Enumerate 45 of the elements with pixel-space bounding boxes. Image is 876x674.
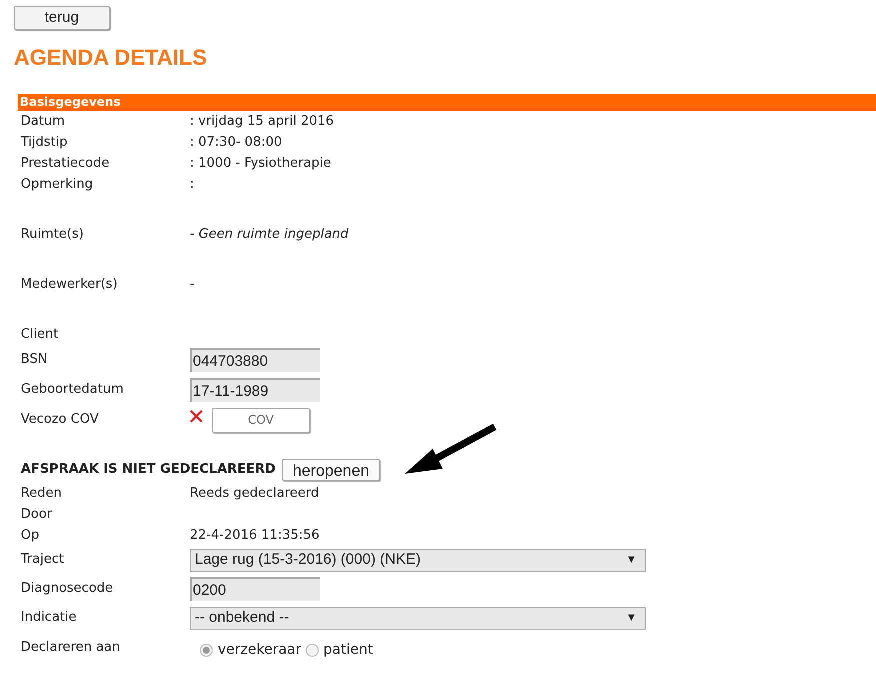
radio-option[interactable]: patient (306, 640, 374, 660)
field-label: BSN (21, 351, 49, 370)
reopen-button[interactable]: heropenen (282, 459, 380, 481)
section-header: Basisgegevens (18, 94, 876, 111)
field-label: Ruimte(s) (21, 226, 85, 244)
dropdown[interactable]: Lage rug (15-3-2016) (000) (NKE) ▼ (190, 548, 646, 572)
field-label: Opmerking (21, 176, 94, 194)
field-label: Geboortedatum (21, 381, 125, 400)
field-value: : (190, 176, 194, 194)
radio-option[interactable]: verzekeraar (200, 640, 302, 660)
field-label: Declareren aan (21, 639, 122, 658)
field-value: - Geen ruimte ingepland (190, 226, 349, 244)
radio-label: patient (324, 640, 374, 660)
field-label: Client (21, 326, 60, 344)
field-value: : vrijdag 15 april 2016 (190, 112, 334, 131)
caret-icon: ▼ (626, 552, 637, 568)
field-label: Diagnosecode (21, 580, 114, 598)
field-label: Indicatie (21, 609, 78, 628)
field-label: Door (21, 506, 54, 524)
arrow-icon (403, 423, 497, 477)
field-value: Reeds gedeclareerd (190, 484, 320, 503)
radio-label: verzekeraar (218, 640, 302, 660)
input-field[interactable]: 0200 (190, 577, 320, 601)
back-button[interactable]: terug (14, 6, 110, 30)
field-label: Tijdstip (21, 134, 69, 152)
radio-button[interactable] (200, 644, 213, 656)
field-value: : 07:30- 08:00 (190, 134, 282, 152)
input-field[interactable]: 044703880 (190, 348, 320, 372)
field-value: 22-4-2016 11:35:56 (190, 526, 320, 545)
radio-button[interactable] (306, 644, 319, 656)
field-label: Op (21, 526, 40, 545)
field-label: Reden (21, 484, 63, 503)
input-field[interactable]: 17-11-1989 (190, 378, 320, 402)
caret-icon: ▼ (626, 610, 637, 626)
declaration-status: AFSPRAAK IS NIET GEDECLAREERD (21, 461, 276, 480)
field-label: Medewerker(s) (21, 276, 119, 294)
field-value: : 1000 - Fysiotherapie (190, 154, 332, 173)
page-title: AGENDA DETAILS (14, 44, 208, 72)
field-label: Datum (21, 112, 66, 131)
field-label: Traject (21, 551, 66, 570)
field-label: Prestatiecode (21, 154, 111, 173)
field-value: - (190, 276, 195, 294)
field-label: Vecozo COV (21, 411, 100, 430)
dropdown[interactable]: -- onbekend -- ▼ (190, 606, 646, 630)
cov-button[interactable]: COV (212, 408, 310, 432)
